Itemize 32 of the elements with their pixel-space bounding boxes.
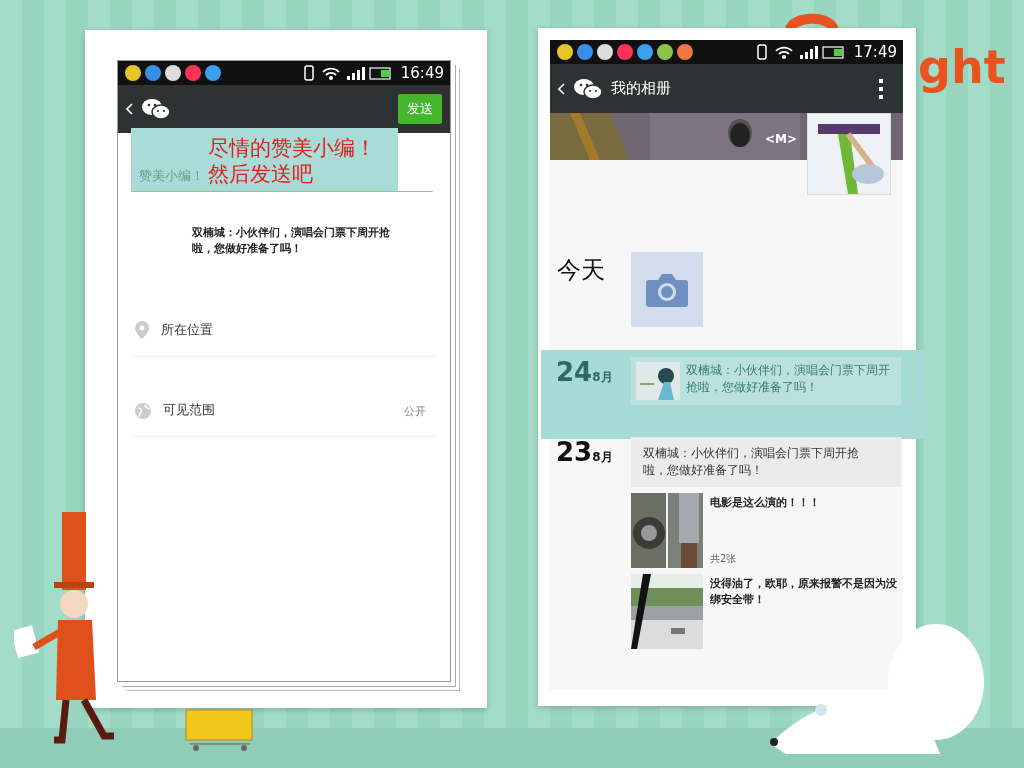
status-time: 16:49 xyxy=(400,64,444,82)
chat-bubbles-icon xyxy=(573,76,603,101)
decor-lettering: ght xyxy=(918,40,1006,94)
post-caption: 电影是这么演的！！！ xyxy=(710,495,820,511)
day-number: 23 xyxy=(556,437,593,467)
option-label: 所在位置 xyxy=(161,321,213,339)
day-number: 24 xyxy=(556,357,593,387)
post-caption: 没得油了，欧耶，原来报警不是因为没绑安全带！ xyxy=(710,576,898,608)
month-label: 8月 xyxy=(592,449,613,466)
back-icon[interactable] xyxy=(126,103,133,115)
photo-count: 共2张 xyxy=(710,552,738,566)
today-label: 今天 xyxy=(556,255,606,286)
more-menu-icon[interactable] xyxy=(879,78,883,99)
add-photo-tile[interactable] xyxy=(631,252,703,327)
option-label: 可见范围 xyxy=(163,401,215,419)
page-title: 我的相册 xyxy=(611,79,671,98)
globe-icon xyxy=(135,403,151,419)
status-time: 17:49 xyxy=(853,43,897,61)
shared-link-text: 双楠城：小伙伴们，演唱会门票下周开抢啦，您做好准备了吗！ xyxy=(686,362,891,396)
option-value: 公开 xyxy=(404,404,426,419)
shared-link-text: 双楠城：小伙伴们，演唱会门票下周开抢啦，您做好准备了吗！ xyxy=(192,225,391,257)
month-label: 8月 xyxy=(592,369,613,386)
back-icon[interactable] xyxy=(558,82,565,95)
callout-message: 尽情的赞美小编！ 然后发送吧 xyxy=(208,135,376,187)
option-row[interactable]: 所在位置 xyxy=(132,277,434,357)
chat-bubbles-icon xyxy=(141,97,171,121)
camera-icon xyxy=(645,272,689,307)
text-post[interactable]: 双楠城：小伙伴们，演唱会门票下周开抢啦，您做好准备了吗！ xyxy=(631,437,901,487)
location-pin-icon xyxy=(135,321,149,339)
callout-hint: 赞美小编！ xyxy=(139,167,204,185)
swirl-drawing xyxy=(784,12,840,30)
option-row[interactable]: 可见范围 公开 xyxy=(132,357,434,437)
